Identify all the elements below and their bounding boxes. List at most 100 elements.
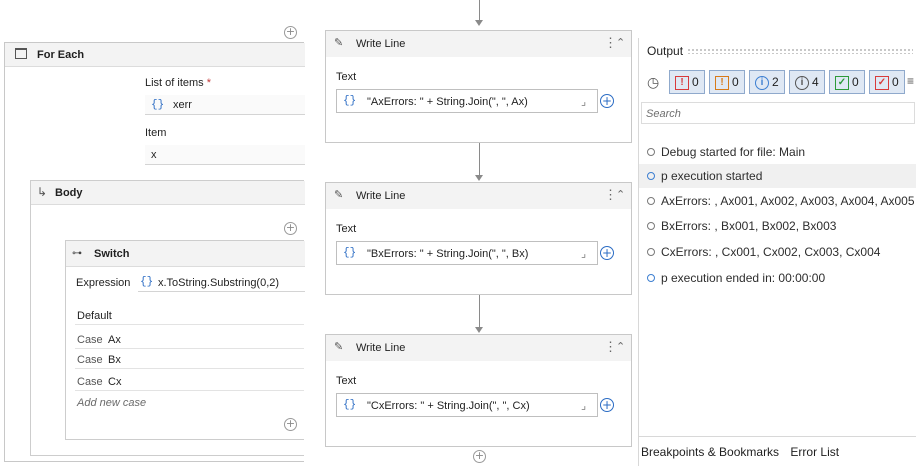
case-row-ax[interactable]: Case Ax: [75, 331, 304, 349]
filter-count: 0: [732, 75, 739, 89]
filter-count: 2: [772, 75, 779, 89]
body-header[interactable]: ↳ Body: [31, 181, 305, 205]
default-case-label: Default: [77, 310, 112, 322]
failure-icon: ✓: [875, 75, 889, 90]
filter-failure-button[interactable]: ✓ 0: [869, 70, 905, 94]
output-message[interactable]: p execution started: [639, 164, 916, 188]
list-of-items-label: List of items *: [145, 77, 211, 89]
connector-arrow-icon: [475, 175, 483, 181]
filter-settings-icon[interactable]: ≡: [907, 74, 914, 88]
text-expression-input[interactable]: {} "CxErrors: " + String.Join(", ", Cx) …: [336, 393, 598, 417]
write-line-activity-3[interactable]: ✎ Write Line ⋮ ⌃ Text {} "CxErrors: " + …: [325, 334, 632, 447]
output-title: Output: [647, 44, 684, 58]
output-message[interactable]: AxErrors: , Ax001, Ax002, Ax003, Ax004, …: [639, 189, 916, 213]
switch-header[interactable]: ⊶ Switch: [66, 241, 305, 267]
expression-brace-icon: {}: [343, 399, 357, 411]
add-activity-bottom-button[interactable]: +: [284, 418, 297, 431]
connector-arrow-icon: [475, 327, 483, 333]
success-icon: ✓: [835, 75, 849, 90]
add-new-case-link[interactable]: Add new case: [77, 397, 146, 409]
output-message[interactable]: Debug started for file: Main: [639, 140, 916, 164]
text-label: Text: [336, 375, 357, 387]
add-variable-button[interactable]: +: [600, 94, 614, 108]
text-expression-input[interactable]: {} "AxErrors: " + String.Join(", ", Ax) …: [336, 89, 598, 113]
write-line-header[interactable]: ✎ Write Line ⋮ ⌃: [326, 335, 631, 361]
write-line-icon: ✎: [334, 341, 344, 353]
foreach-title: For Each: [37, 49, 85, 61]
write-line-header[interactable]: ✎ Write Line ⋮ ⌃: [326, 31, 631, 57]
message-text: Debug started for file: Main: [661, 145, 806, 159]
clock-icon[interactable]: ◷: [647, 74, 659, 91]
switch-title: Switch: [94, 248, 130, 260]
filter-success-button[interactable]: ✓ 0: [829, 70, 865, 94]
write-line-activity-1[interactable]: ✎ Write Line ⋮ ⌃ Text {} "AxErrors: " + …: [325, 30, 632, 143]
write-line-title: Write Line: [356, 38, 406, 50]
drag-handle[interactable]: [687, 48, 913, 54]
expression-brace-icon: {}: [151, 99, 165, 111]
case-row-bx[interactable]: Case Bx: [75, 351, 304, 369]
filter-count: 0: [852, 75, 859, 89]
collapse-icon[interactable]: ⌃: [616, 188, 625, 201]
foreach-icon: [15, 48, 27, 59]
tab-error-list[interactable]: Error List: [790, 445, 839, 459]
trace-icon: [647, 197, 655, 205]
item-value: x: [151, 149, 157, 161]
text-expression-input[interactable]: {} "BxErrors: " + String.Join(", ", Bx) …: [336, 241, 598, 265]
body-title: Body: [55, 187, 83, 199]
output-message[interactable]: BxErrors: , Bx001, Bx002, Bx003: [639, 214, 916, 238]
write-line-activity-2[interactable]: ✎ Write Line ⋮ ⌃ Text {} "BxErrors: " + …: [325, 182, 632, 295]
text-expression-value: "BxErrors: " + String.Join(", ", Bx): [367, 248, 529, 260]
error-icon: !: [715, 75, 729, 90]
expand-editor-icon[interactable]: ⌟: [581, 399, 586, 412]
item-field[interactable]: x: [145, 145, 305, 165]
filter-trace-button[interactable]: i4: [789, 70, 825, 94]
expression-value: x.ToString.Substring(0,2): [158, 277, 280, 289]
output-message[interactable]: p execution ended in: 00:00:00: [639, 266, 916, 290]
write-line-icon: ✎: [334, 189, 344, 201]
filter-warnings-button[interactable]: ! 0: [669, 70, 705, 94]
connector-arrow-icon: [475, 20, 483, 26]
default-case-row[interactable]: Default: [75, 307, 304, 325]
foreach-header[interactable]: For Each: [5, 43, 305, 67]
expand-editor-icon[interactable]: ⌟: [581, 95, 586, 108]
filter-count: 4: [812, 75, 819, 89]
warning-icon: !: [675, 75, 689, 90]
filter-count: 0: [692, 75, 699, 89]
trace-icon: [647, 222, 655, 230]
output-title-bar: Output: [639, 38, 916, 64]
add-activity-sequence-button[interactable]: +: [473, 450, 486, 463]
filter-errors-button[interactable]: ! 0: [709, 70, 745, 94]
text-label: Text: [336, 71, 357, 83]
expression-label: Expression: [76, 277, 131, 289]
trace-icon: [647, 248, 655, 256]
list-of-items-field[interactable]: {} xerr: [145, 95, 305, 115]
add-variable-button[interactable]: +: [600, 246, 614, 260]
info-icon: i: [755, 75, 769, 90]
case-prefix: Case: [77, 376, 103, 388]
message-text: CxErrors: , Cx001, Cx002, Cx003, Cx004: [661, 245, 881, 259]
add-activity-top-button[interactable]: +: [284, 26, 297, 39]
write-line-icon: ✎: [334, 37, 344, 49]
output-search-input[interactable]: Search: [641, 102, 915, 124]
filter-info-button[interactable]: i2: [749, 70, 785, 94]
trace-icon: i: [795, 75, 809, 90]
output-message[interactable]: CxErrors: , Cx001, Cx002, Cx003, Cx004: [639, 240, 916, 264]
list-of-items-text: List of items: [145, 77, 204, 89]
add-variable-button[interactable]: +: [600, 398, 614, 412]
case-row-cx[interactable]: Case Cx: [75, 373, 304, 391]
add-activity-body-button[interactable]: +: [284, 222, 297, 235]
write-line-header[interactable]: ✎ Write Line ⋮ ⌃: [326, 183, 631, 209]
list-of-items-value: xerr: [173, 99, 192, 111]
expression-field[interactable]: {} x.ToString.Substring(0,2): [138, 272, 305, 292]
collapse-icon[interactable]: ⌃: [616, 340, 625, 353]
message-text: BxErrors: , Bx001, Bx002, Bx003: [661, 219, 837, 233]
body-arrow-icon: ↳: [37, 185, 48, 199]
switch-icon: ⊶: [72, 248, 82, 259]
expand-editor-icon[interactable]: ⌟: [581, 247, 586, 260]
tab-breakpoints-bookmarks[interactable]: Breakpoints & Bookmarks: [641, 445, 779, 459]
connector-line: [479, 143, 480, 175]
expression-brace-icon: {}: [140, 276, 154, 288]
collapse-icon[interactable]: ⌃: [616, 36, 625, 49]
text-expression-value: "CxErrors: " + String.Join(", ", Cx): [367, 400, 530, 412]
message-text: AxErrors: , Ax001, Ax002, Ax003, Ax004, …: [661, 194, 915, 208]
